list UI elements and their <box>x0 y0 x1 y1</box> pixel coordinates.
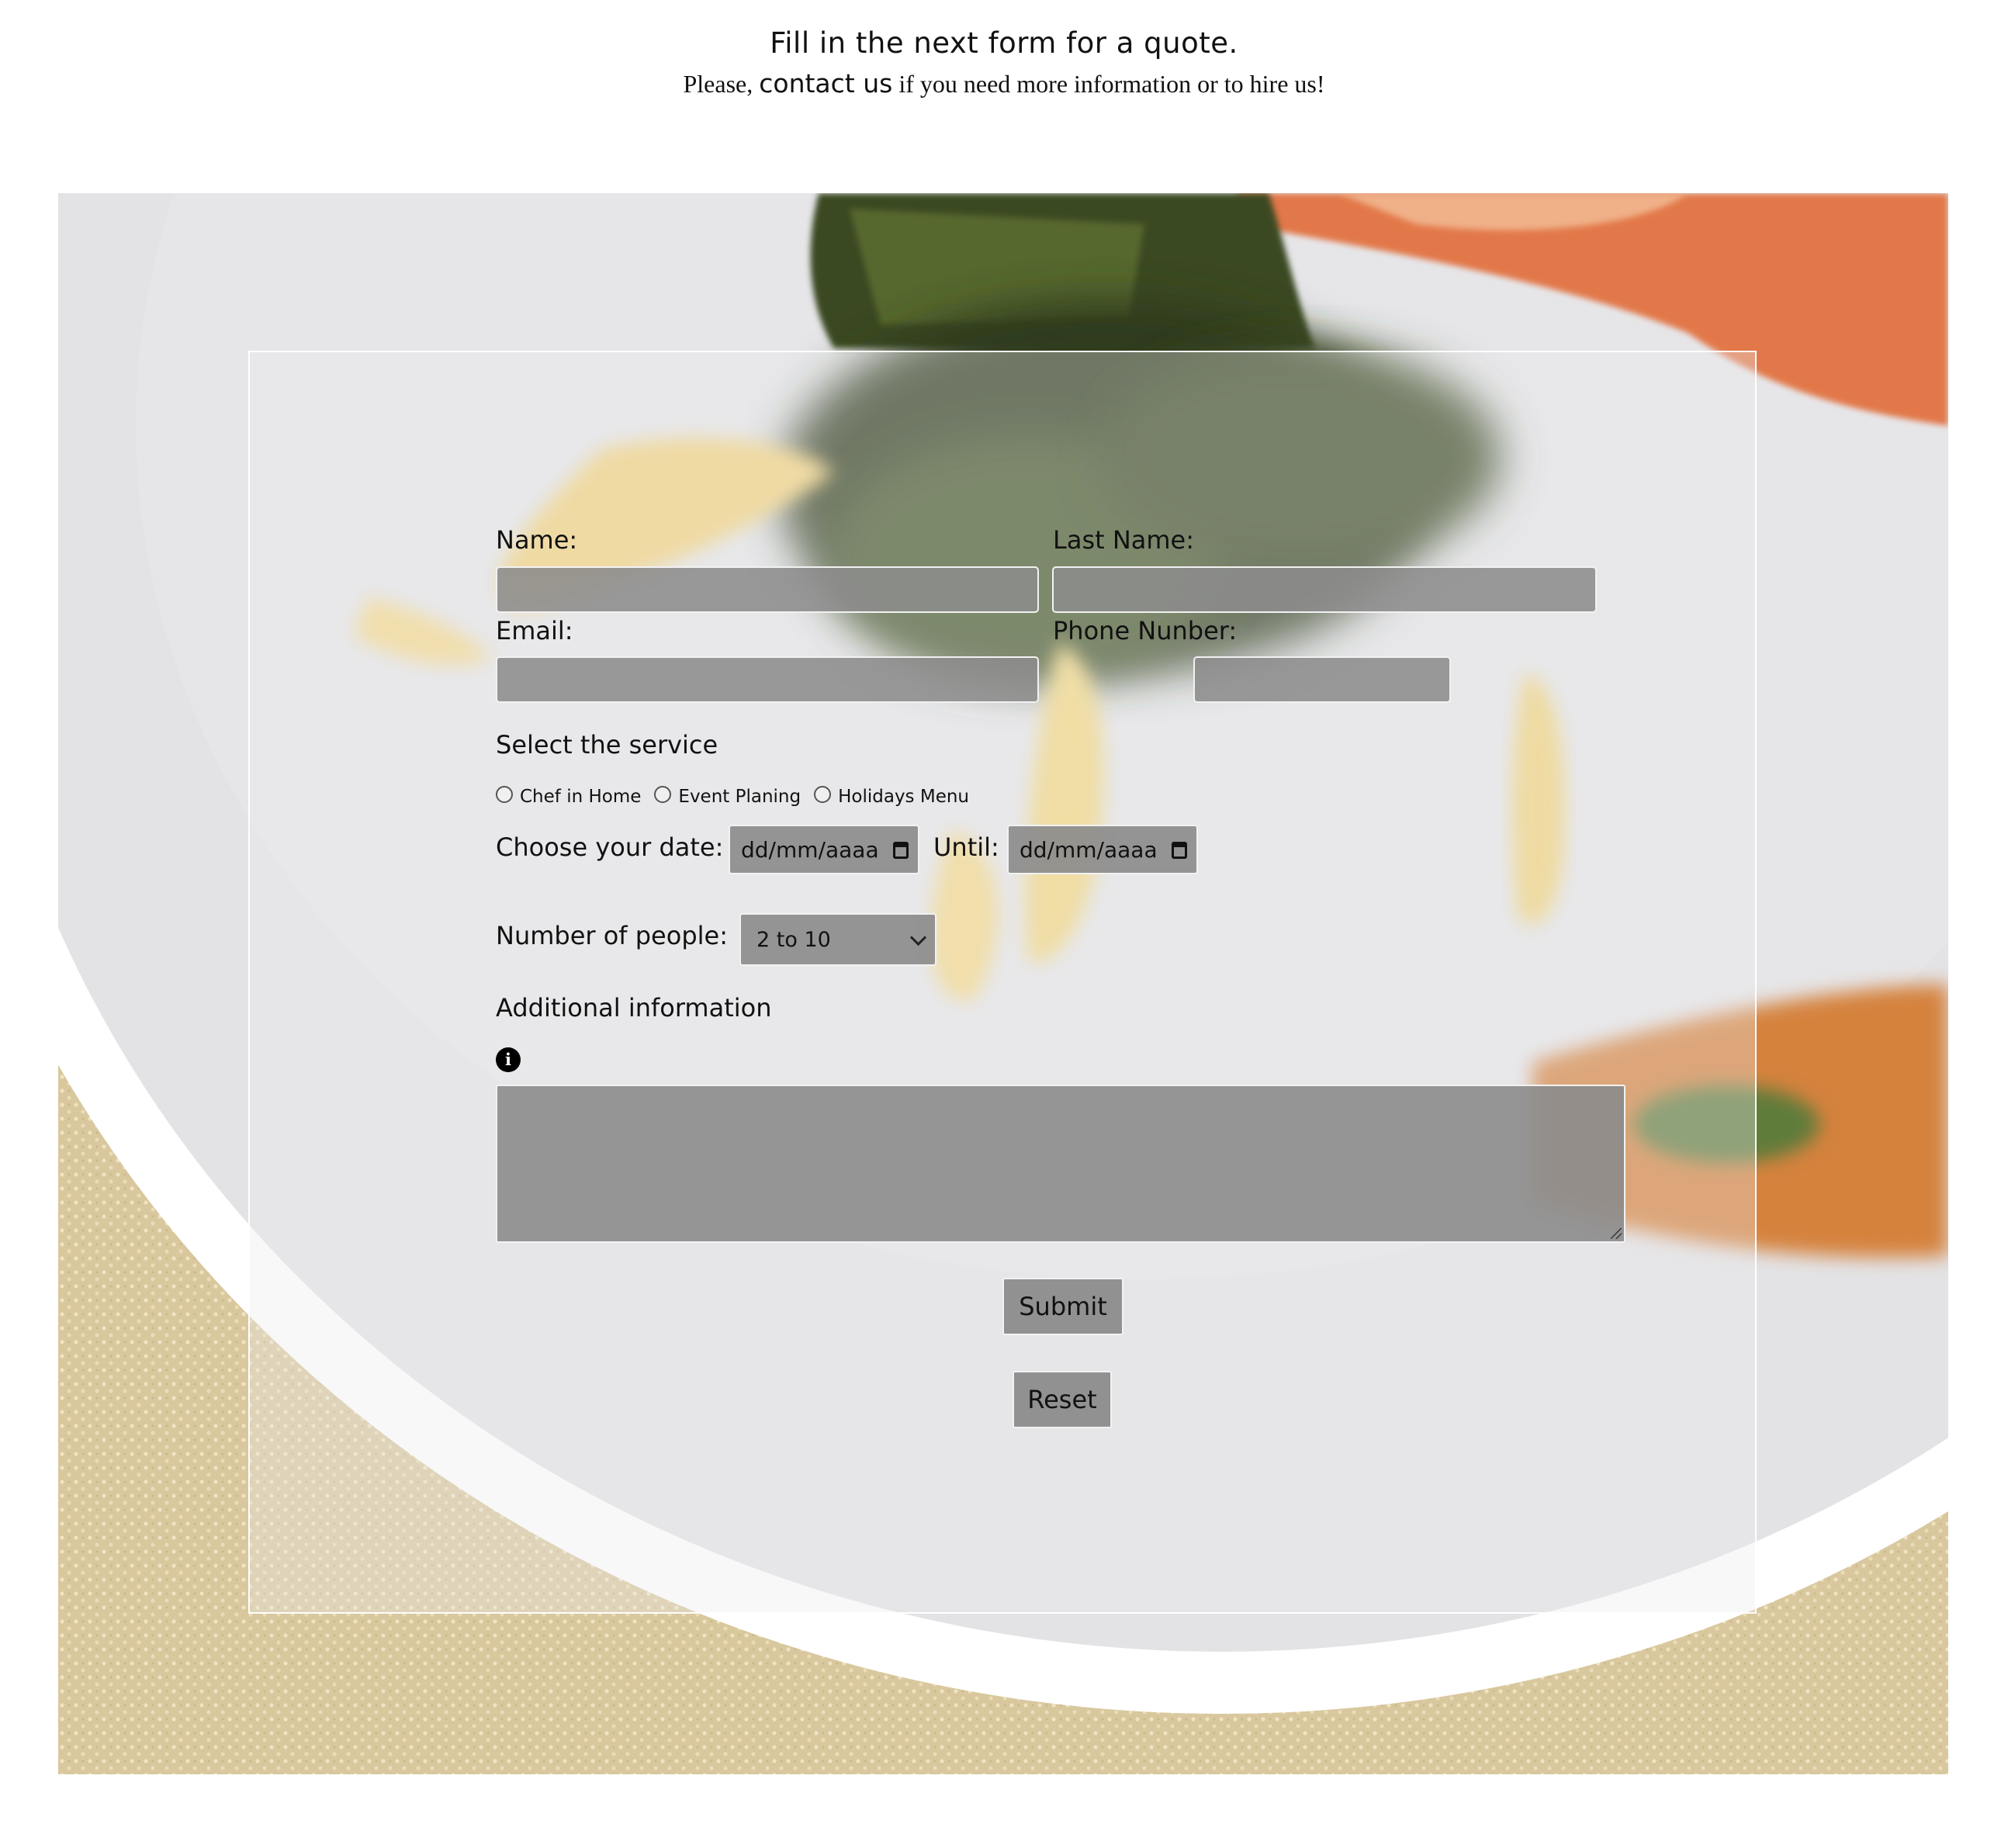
radio-event-planing[interactable] <box>654 786 672 803</box>
phone-label: Phone Nunber: <box>1053 616 1238 645</box>
radio-holidays-menu[interactable] <box>814 786 832 803</box>
calendar-icon[interactable] <box>1172 842 1187 859</box>
service-label: Select the service <box>496 730 718 760</box>
info-icon[interactable]: i <box>496 1047 521 1072</box>
start-date-placeholder: dd/mm/aaaa <box>741 836 879 863</box>
radio-chef-in-home[interactable] <box>496 786 513 803</box>
submit-button[interactable]: Submit <box>1002 1278 1123 1335</box>
email-input[interactable] <box>496 656 1039 703</box>
page-header: Fill in the next form for a quote. Pleas… <box>0 20 2008 101</box>
radio-label-event-planing: Event Planing <box>678 787 801 807</box>
calendar-icon[interactable] <box>893 842 909 859</box>
people-select-value: 2 to 10 <box>756 927 831 952</box>
until-label: Until: <box>933 832 999 862</box>
email-label: Email: <box>496 616 573 645</box>
end-date-placeholder: dd/mm/aaaa <box>1020 836 1158 863</box>
name-label: Name: <box>496 525 578 555</box>
subtitle-suffix: if you need more information or to hire … <box>892 70 1325 98</box>
end-date-input[interactable]: dd/mm/aaaa <box>1007 825 1198 874</box>
last-name-label: Last Name: <box>1053 525 1195 555</box>
hero-section: Name: Last Name: Email: Phone Nunber: Se… <box>58 193 1948 1774</box>
radio-label-chef-in-home: Chef in Home <box>520 787 642 807</box>
service-radio-group: Chef in Home Event Planing Holidays Menu <box>496 784 982 807</box>
people-label: Number of people: <box>496 921 728 950</box>
people-select[interactable]: 2 to 10 <box>739 913 936 966</box>
reset-button[interactable]: Reset <box>1013 1371 1112 1428</box>
phone-input[interactable] <box>1193 656 1451 703</box>
subtitle-prefix: Please, <box>683 70 760 98</box>
chevron-down-icon <box>909 929 927 946</box>
start-date-input[interactable]: dd/mm/aaaa <box>729 825 919 874</box>
name-input[interactable] <box>496 566 1039 613</box>
date-label: Choose your date: <box>496 832 724 862</box>
additional-info-label: Additional information <box>496 993 772 1023</box>
resize-grip-icon[interactable] <box>1611 1228 1622 1239</box>
additional-info-textarea[interactable] <box>496 1085 1625 1243</box>
contact-us-link[interactable]: contact us <box>759 68 892 99</box>
page-title: Fill in the next form for a quote. <box>770 26 1238 60</box>
radio-label-holidays-menu: Holidays Menu <box>838 787 970 807</box>
quote-form-panel: Name: Last Name: Email: Phone Nunber: Se… <box>248 351 1757 1614</box>
page-subtitle: Please, contact us if you need more info… <box>0 67 2008 101</box>
last-name-input[interactable] <box>1052 566 1597 613</box>
